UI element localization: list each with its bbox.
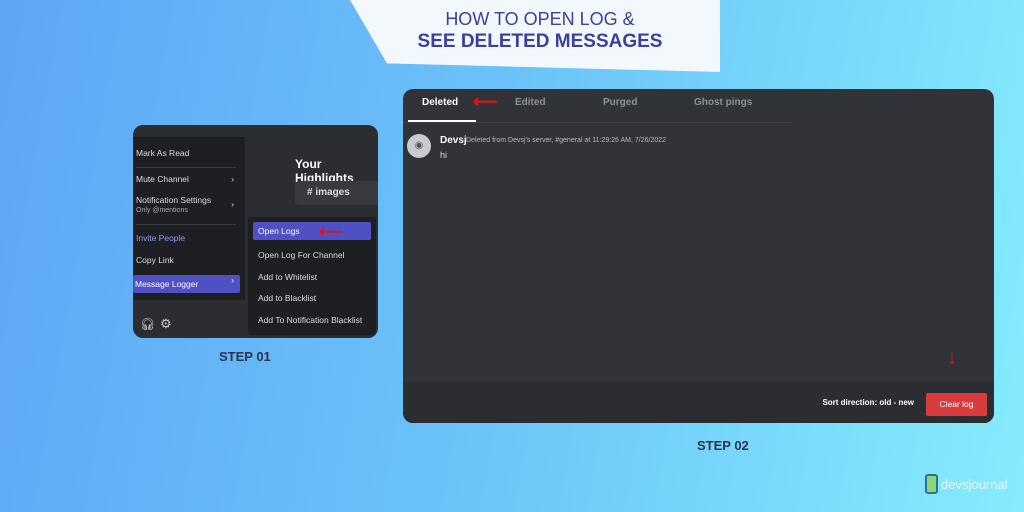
channel-images[interactable]: # images bbox=[295, 181, 378, 205]
message-author[interactable]: Devsj bbox=[440, 135, 467, 146]
submenu-add-blacklist[interactable]: Add to Blacklist bbox=[258, 293, 316, 303]
tab-deleted[interactable]: Deleted bbox=[422, 97, 458, 108]
gear-icon[interactable]: ⚙ bbox=[160, 316, 172, 332]
red-arrow-icon: ⟵ bbox=[473, 92, 498, 111]
step1-label: STEP 01 bbox=[219, 349, 271, 364]
title-line-1: HOW TO OPEN LOG & bbox=[445, 9, 635, 29]
phone-logo-icon bbox=[925, 474, 938, 494]
brand-name: devsjournal bbox=[941, 476, 1008, 492]
message-meta: Deleted from Devsj's server, #general at… bbox=[466, 137, 667, 144]
clear-log-button[interactable]: Clear log bbox=[926, 393, 987, 416]
devsjournal-logo: devsjournal bbox=[925, 474, 1008, 494]
tab-edited[interactable]: Edited bbox=[515, 97, 546, 108]
submenu-add-whitelist[interactable]: Add to Whitelist bbox=[258, 272, 317, 282]
log-footer: Sort direction: old - new Clear log bbox=[403, 382, 994, 423]
submenu-open-logs[interactable]: Open Logs bbox=[253, 222, 371, 240]
menu-mark-as-read[interactable]: Mark As Read bbox=[136, 148, 240, 158]
sort-direction[interactable]: Sort direction: old - new bbox=[822, 398, 914, 407]
step2-label: STEP 02 bbox=[697, 438, 749, 453]
headphones-icon[interactable]: 🎧︎ bbox=[140, 317, 155, 331]
submenu-open-log-for-channel[interactable]: Open Log For Channel bbox=[258, 250, 344, 260]
message-text: hi bbox=[440, 150, 448, 160]
title-line-2: SEE DELETED MESSAGES bbox=[417, 31, 663, 52]
tab-purged[interactable]: Purged bbox=[603, 97, 637, 108]
menu-mute-channel[interactable]: Mute Channel › bbox=[136, 174, 240, 184]
step2-screenshot: Deleted Edited Purged Ghost pings ⟵ ◉ De… bbox=[403, 89, 994, 423]
step1-screenshot: Your Highlights # images Mark As Read Mu… bbox=[133, 125, 378, 338]
message-logger-submenu: Open Logs Open Log For Channel Add to Wh… bbox=[248, 217, 376, 335]
red-arrow-icon: ⟵ bbox=[319, 224, 342, 241]
menu-copy-link[interactable]: Copy Link bbox=[136, 255, 240, 265]
menu-message-logger[interactable]: Message Logger › bbox=[133, 275, 240, 293]
avatar[interactable]: ◉ bbox=[407, 134, 431, 158]
menu-invite-people[interactable]: Invite People bbox=[136, 233, 240, 243]
context-menu: Mark As Read Mute Channel › Notification … bbox=[133, 137, 245, 300]
red-arrow-down-icon: ↓ bbox=[947, 347, 957, 369]
submenu-add-notification-blacklist[interactable]: Add To Notification Blacklist bbox=[258, 315, 362, 325]
menu-notification-settings[interactable]: Notification Settings › Only @mentions bbox=[136, 195, 240, 214]
tab-ghost-pings[interactable]: Ghost pings bbox=[694, 97, 752, 108]
